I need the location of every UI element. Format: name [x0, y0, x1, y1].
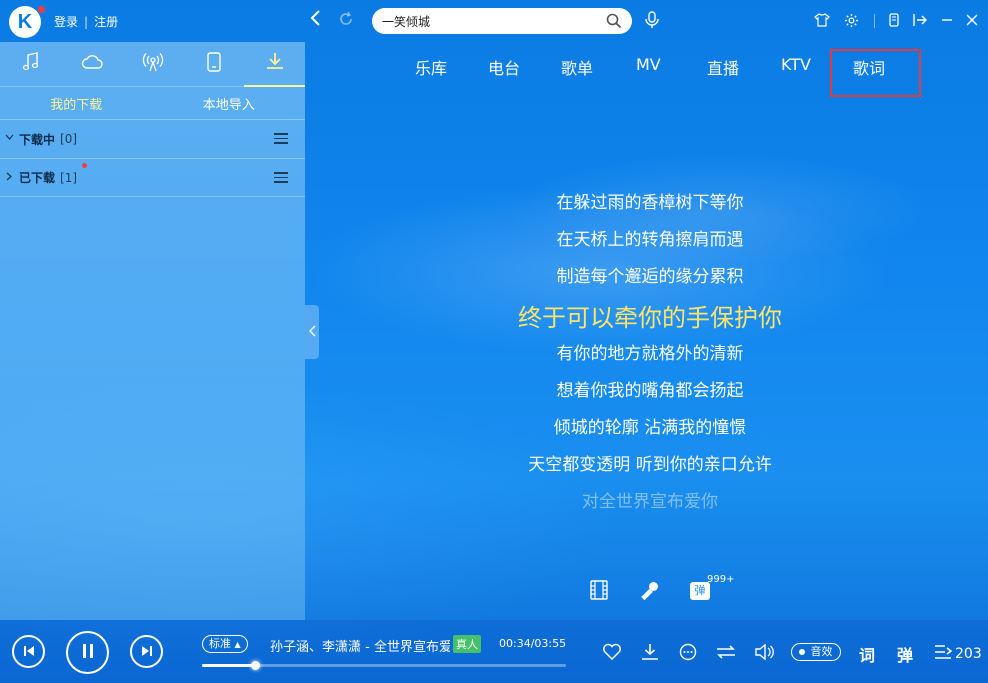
progress-knob[interactable] — [250, 661, 260, 670]
previous-button[interactable] — [12, 635, 45, 668]
danmu-count-badge: 999+ — [707, 574, 735, 585]
lyric-video-icon[interactable] — [590, 580, 608, 604]
tab-phone[interactable] — [183, 42, 244, 87]
menu-icon[interactable] — [274, 172, 288, 186]
lyric-line[interactable]: 在天桥上的转角擦肩而遇 — [320, 227, 980, 264]
download-song-icon[interactable] — [640, 642, 660, 662]
lyrics-panel: 在躲过雨的香樟树下等你 在天桥上的转角擦肩而遇 制造每个邂逅的缘分累积 终于可以… — [320, 190, 980, 526]
back-icon[interactable] — [309, 9, 321, 31]
karaoke-mic-icon[interactable] — [640, 580, 660, 604]
tab-radio-station[interactable]: 电台 — [488, 55, 520, 79]
tab-ktv[interactable]: KTV — [781, 55, 811, 74]
pause-button[interactable] — [66, 631, 109, 674]
tab-radio[interactable] — [122, 42, 183, 87]
lyric-line[interactable]: 倾城的轮廓 沾满我的憧憬 — [320, 415, 980, 452]
tab-mv[interactable]: MV — [636, 55, 661, 74]
separator: | — [84, 14, 89, 29]
playlist-queue-button[interactable]: 203 — [934, 644, 982, 664]
lyric-line[interactable]: 天空都变透明 听到你的亲口允许 — [320, 452, 980, 489]
radio-icon — [142, 52, 164, 76]
subtab-local-import[interactable]: 本地导入 — [153, 94, 306, 113]
subtab-my-downloads[interactable]: 我的下载 — [0, 94, 153, 113]
toolbar-divider — [874, 14, 875, 28]
lyric-line[interactable]: 想着你我的嘴角都会扬起 — [320, 378, 980, 415]
search-bar — [372, 8, 632, 34]
real-singer-tag: 真人 — [453, 635, 481, 653]
volume-icon[interactable] — [754, 642, 774, 662]
queue-icon — [934, 644, 953, 664]
tab-library[interactable]: 乐库 — [415, 55, 447, 79]
register-link[interactable]: 注册 — [94, 13, 118, 30]
previous-icon — [23, 642, 35, 661]
active-tab-highlight — [830, 49, 921, 97]
next-button[interactable] — [130, 635, 163, 668]
lyric-line[interactable]: 制造每个邂逅的缘分累积 — [320, 264, 980, 301]
close-icon[interactable] — [963, 11, 981, 29]
skin-icon[interactable] — [813, 11, 831, 29]
music-note-icon — [22, 52, 40, 76]
chevron-down-icon — [5, 133, 15, 145]
effect-label: 音效 — [810, 645, 833, 658]
voice-search-icon[interactable] — [644, 11, 660, 33]
lyric-line[interactable]: 在躲过雨的香樟树下等你 — [320, 190, 980, 227]
quality-selector[interactable]: 标准 ▲ — [202, 635, 248, 653]
sidebar-tabs — [0, 42, 305, 87]
cloud-icon — [81, 54, 103, 74]
pause-icon — [81, 643, 95, 663]
group-title: 下载中 — [19, 132, 56, 147]
dot-icon — [799, 649, 805, 655]
sidebar: 我的下载 本地导入 下载中 [0] 已下载 [1] — [0, 42, 305, 620]
queue-count: 203 — [955, 646, 982, 662]
mini-mode-icon[interactable] — [885, 11, 903, 29]
next-icon — [141, 642, 153, 661]
chevron-left-icon — [308, 325, 316, 340]
chevron-up-icon: ▲ — [234, 640, 241, 649]
play-time: 00:34/03:55 — [499, 637, 567, 650]
lyric-line-current[interactable]: 终于可以牵你的手保护你 — [320, 301, 980, 341]
more-icon[interactable] — [678, 642, 698, 662]
refresh-icon[interactable] — [337, 10, 355, 32]
lyric-line[interactable]: 有你的地方就格外的清新 — [320, 341, 980, 378]
app-logo[interactable]: K — [9, 6, 41, 38]
progress-fill — [202, 664, 255, 667]
collapse-sidebar-button[interactable] — [305, 305, 319, 359]
favorite-icon[interactable] — [602, 642, 622, 662]
play-mode-icon[interactable] — [716, 642, 736, 662]
login-link[interactable]: 登录 — [54, 13, 78, 30]
group-downloading[interactable]: 下载中 [0] — [0, 119, 305, 158]
group-count: [0] — [60, 132, 78, 146]
progress-bar[interactable] — [202, 661, 566, 670]
lyric-line[interactable]: 对全世界宣布爱你 — [320, 489, 980, 526]
quality-label: 标准 — [209, 637, 231, 650]
download-icon — [265, 51, 285, 75]
minimize-icon[interactable] — [938, 11, 956, 29]
account-links: 登录 | 注册 — [54, 13, 118, 30]
tab-cloud[interactable] — [61, 42, 122, 87]
new-item-dot — [82, 163, 87, 168]
tab-music[interactable] — [0, 42, 61, 87]
desktop-lyrics-icon[interactable] — [911, 11, 929, 29]
group-downloaded[interactable]: 已下载 [1] — [0, 158, 305, 197]
search-input[interactable] — [382, 14, 602, 28]
tab-playlists[interactable]: 歌单 — [561, 55, 593, 79]
menu-icon[interactable] — [274, 133, 288, 147]
title-bar: K 登录 | 注册 — [0, 0, 988, 42]
settings-icon[interactable] — [842, 11, 860, 29]
danmu-toggle-button[interactable]: 弹 — [897, 642, 913, 666]
player-bar: 标准 ▲ 孙子涵、李潇潇 - 全世界宣布爱你 真人 00:34/03:55 音效… — [0, 620, 988, 683]
search-icon[interactable] — [606, 13, 622, 32]
phone-icon — [206, 52, 221, 76]
lyrics-toggle-button[interactable]: 词 — [859, 642, 875, 666]
tab-download[interactable] — [244, 42, 305, 87]
song-title[interactable]: 孙子涵、李潇潇 - 全世界宣布爱你 — [270, 636, 450, 655]
download-subtabs: 我的下载 本地导入 — [0, 87, 305, 119]
sound-effect-button[interactable]: 音效 — [791, 643, 841, 661]
chevron-right-icon — [5, 172, 15, 184]
group-count: [1] — [60, 170, 78, 185]
group-title: 已下载 — [19, 171, 56, 185]
notification-dot — [38, 6, 45, 13]
tab-live[interactable]: 直播 — [707, 55, 739, 79]
